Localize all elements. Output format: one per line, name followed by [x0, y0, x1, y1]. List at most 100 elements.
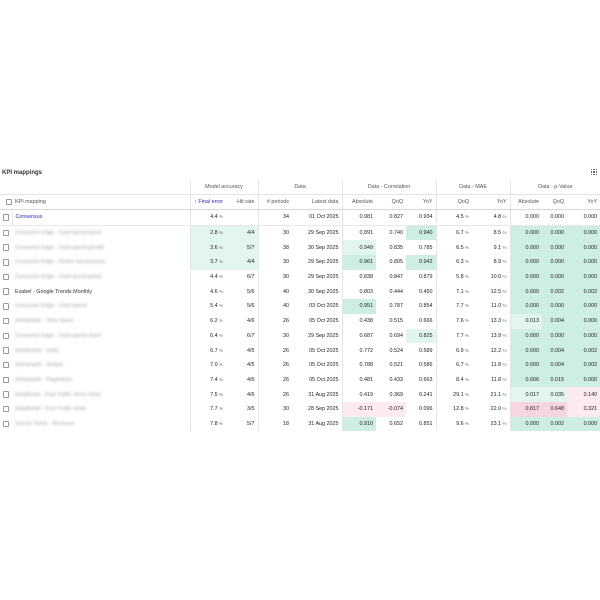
grid-icon[interactable] — [591, 169, 597, 175]
col-corr-yoy[interactable]: YoY — [406, 194, 437, 210]
cell-pa: 0.006 — [509, 372, 543, 388]
cell-ca: 0.788 — [341, 357, 377, 373]
cell-ca: 0.961 — [341, 255, 377, 270]
cell-hr: 5/7 — [247, 420, 255, 427]
cell-fe: 7.7 % — [189, 401, 226, 417]
col-latest-data[interactable]: Latest data — [292, 194, 343, 210]
table-row[interactable]: Consumer Edge - Card spend panel 4.4 % 6/7… — [0, 269, 600, 285]
row-checkbox[interactable] — [0, 255, 12, 270]
cell-pa: 0.000 — [509, 284, 543, 300]
cell-pa: 0.000 — [509, 328, 543, 344]
col-final-error[interactable]: ↑ Final error — [189, 194, 226, 210]
cell-periods: 30 — [257, 225, 293, 241]
group-model-accuracy: Model accuracy — [189, 180, 259, 195]
table-row[interactable]: DataRetail - Foot Traffic Visits 7.7 % 3/5… — [0, 401, 600, 417]
cell-cq: 0.694 — [389, 332, 404, 339]
row-checkbox[interactable] — [0, 387, 12, 402]
cell-pq: 0.000 — [542, 269, 568, 285]
table-row[interactable]: Consumer Edge - Card spend panel 2.8 % 4/4… — [0, 225, 600, 241]
cell-py: 0.000 — [567, 313, 600, 329]
cell-ca: 0.981 — [341, 209, 377, 226]
cell-hr: 4/5 — [247, 347, 255, 354]
cell-hr: 5/7 — [226, 240, 259, 256]
col-corr-qoq[interactable]: QoQ — [376, 194, 407, 210]
table-row[interactable]: Consumer Edge - Online transactions 3.7 %… — [0, 255, 600, 270]
col-hit-rate[interactable]: Hit rate — [226, 194, 259, 210]
table-row[interactable]: Consensus 4.4 % 34 01 Oct 2025 0.981 0.827 0.9… — [0, 209, 600, 226]
row-checkbox[interactable] — [0, 329, 12, 344]
kpi-mapping-name: Similarweb - Visits — [15, 347, 59, 354]
row-checkbox[interactable] — [0, 402, 12, 417]
cell-pq: 0.000 — [542, 209, 568, 226]
table-body: Consensus 4.4 % 34 01 Oct 2025 0.981 0.827 0.9… — [0, 209, 600, 432]
cell-periods: 26 — [257, 387, 293, 402]
cell-pq: 0.004 — [542, 343, 568, 358]
cell-fe: 4.6 % — [189, 284, 226, 300]
col-kpi-mapping[interactable]: KPI mapping — [12, 194, 190, 210]
cell-periods: 30 — [257, 328, 293, 344]
row-checkbox[interactable] — [0, 270, 12, 285]
cell-hr: 4/5 — [247, 362, 255, 369]
row-checkbox[interactable] — [0, 299, 12, 314]
cell-my: 23.1 % — [490, 420, 507, 427]
cell-cq: 0.521 — [389, 362, 404, 369]
table-row[interactable]: Consumer Edge - Card spend growth 3.6 % 5/… — [0, 240, 600, 256]
col-corr-absolute[interactable]: Absolute — [341, 194, 377, 210]
cell-my: 9.1 % — [493, 244, 507, 251]
cell-my: 8.9 % — [493, 259, 507, 266]
col-mae-qoq[interactable]: QoQ — [435, 194, 473, 210]
cell-hr: 5/6 — [247, 303, 255, 310]
cell-cq: 0.652 — [389, 420, 404, 427]
row-checkbox[interactable] — [0, 358, 12, 373]
row-checkbox[interactable] — [0, 417, 12, 432]
row-checkbox[interactable] — [0, 373, 12, 388]
row-checkbox[interactable] — [0, 343, 12, 358]
col-periods[interactable]: # periods — [257, 194, 293, 210]
cell-pa: 0.000 — [509, 299, 543, 314]
cell-my: 11.0 % — [491, 303, 507, 310]
kpi-table: Model accuracy Data Data - Correlation D… — [0, 180, 600, 432]
cell-hr: 3/5 — [247, 406, 255, 413]
group-header-row: Model accuracy Data Data - Correlation D… — [0, 180, 600, 195]
table-row[interactable]: Exabel - Google Trends Monthly 4.6 % 5/6 40… — [0, 284, 600, 300]
table-row[interactable]: Similarweb - Visits 6.7 % 4/5 26 05 Oct 2025… — [0, 343, 600, 358]
cell-mq: 6.7 % — [435, 225, 473, 241]
cell-ca: 0.838 — [341, 269, 377, 285]
group-mae: Data - MAE — [435, 180, 511, 195]
row-checkbox[interactable] — [0, 284, 12, 299]
table-row[interactable]: Similarweb - Time Spent 6.2 % 4/6 26 05 Oct … — [0, 313, 600, 329]
table-row[interactable]: Sensor Tower - Revenue 7.8 % 5/7 18 31 Aug 2… — [0, 416, 600, 432]
cell-latest: 03 Oct 2025 — [309, 303, 339, 310]
table-row[interactable]: Similarweb - Pageviews 7.4 % 4/6 26 05 Oct 2… — [0, 372, 600, 388]
cell-mq: 6.7 % — [435, 357, 473, 373]
cell-ca: 0.803 — [341, 284, 377, 300]
cell-ca: 0.481 — [341, 372, 377, 388]
cell-my: 12.2 % — [490, 347, 507, 354]
cell-latest: 31 Aug 2025 — [308, 391, 339, 398]
row-checkbox[interactable] — [0, 209, 12, 226]
table-row[interactable]: DataRetail - Foot Traffic Store Visits 7.… — [0, 387, 600, 402]
kpi-mapping-name[interactable]: Consensus — [11, 209, 190, 226]
kpi-mapping-name: Similarweb - Time Spent — [15, 318, 74, 325]
select-all-checkbox[interactable] — [0, 194, 12, 210]
cell-ca: 0.772 — [341, 343, 377, 358]
cell-my: 11.8 % — [491, 376, 507, 383]
cell-py: 0.000 — [567, 372, 600, 388]
row-checkbox[interactable] — [0, 314, 12, 329]
row-checkbox[interactable] — [0, 240, 12, 255]
table-row[interactable]: Consumer Edge - Card spend share 6.4 % 6/7… — [0, 328, 600, 344]
table-row[interactable]: Consumer Edge - Card spend 5.4 % 5/6 40 03 O… — [0, 299, 600, 314]
col-p-yoy[interactable]: YoY — [567, 194, 600, 210]
cell-pq: 0.000 — [542, 225, 568, 241]
cell-periods: 38 — [257, 240, 293, 256]
table-row[interactable]: Similarweb - Unique 7.0 % 4/5 26 05 Oct 2025… — [0, 357, 600, 373]
kpi-mapping-name: Sensor Tower - Revenue — [15, 420, 75, 427]
cell-py: 0.000 — [567, 225, 600, 241]
col-p-absolute[interactable]: Absolute — [509, 194, 543, 210]
col-mae-yoy[interactable]: YoY — [472, 194, 511, 210]
cell-pq: 0.002 — [542, 416, 568, 432]
col-p-qoq[interactable]: QoQ — [542, 194, 568, 210]
row-checkbox[interactable] — [0, 225, 12, 240]
kpi-mapping-name: Consumer Edge - Card spend share — [15, 332, 102, 339]
cell-latest: 28 Sep 2025 — [307, 406, 339, 413]
